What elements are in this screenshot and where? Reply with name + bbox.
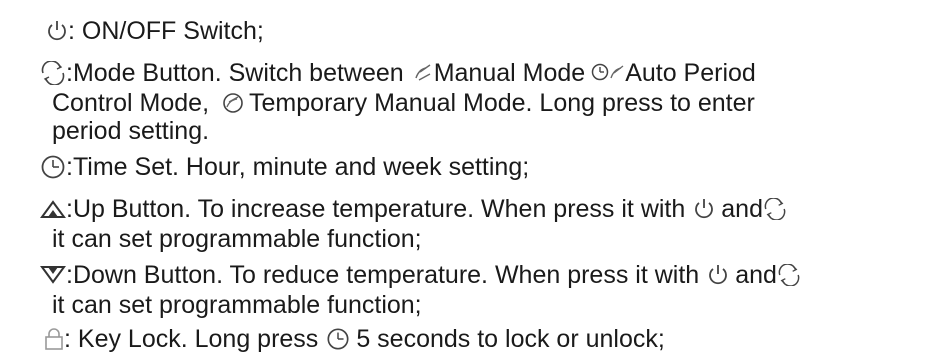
power-icon bbox=[693, 197, 715, 221]
key-lock-text-2: 5 seconds to lock or unlock; bbox=[356, 325, 665, 353]
mode-text-a: :Mode Button. Switch between bbox=[66, 59, 404, 87]
hand-icon bbox=[412, 62, 434, 84]
auto-period-label: Auto Period bbox=[625, 59, 756, 87]
power-icon bbox=[46, 19, 68, 43]
instruction-document: : ON/OFF Switch; :Mode Button. Switch be… bbox=[0, 0, 940, 356]
clock-icon bbox=[40, 154, 66, 180]
power-icon bbox=[707, 263, 729, 287]
clock-hand-icon bbox=[591, 62, 625, 84]
mode-icon bbox=[763, 198, 787, 220]
lock-icon bbox=[44, 327, 64, 351]
down-button-text: :Down Button. To reduce temperature. Whe… bbox=[66, 261, 700, 289]
control-mode-label: Control Mode, bbox=[52, 89, 210, 117]
mode-line-2: Control Mode, Temporary Manual Mode. Lon… bbox=[52, 88, 755, 118]
down-button-text-2: it can set programmable function; bbox=[52, 291, 422, 319]
manual-mode-label: Manual Mode bbox=[433, 59, 586, 87]
key-lock-text: : Key Lock. Long press bbox=[64, 325, 319, 353]
up-button-text-2: it can set programmable function; bbox=[52, 225, 422, 253]
clock-icon bbox=[326, 327, 350, 351]
key-lock-line: : Key Lock. Long press 5 seconds to lock… bbox=[44, 324, 665, 354]
and-text: and bbox=[721, 195, 763, 223]
down-button-line: :Down Button. To reduce temperature. Whe… bbox=[40, 260, 801, 290]
up-triangle-icon bbox=[40, 199, 66, 219]
period-setting-text: period setting. bbox=[52, 117, 210, 145]
time-set-line: :Time Set. Hour, minute and week setting… bbox=[40, 152, 529, 182]
mode-icon bbox=[777, 264, 801, 286]
down-triangle-icon bbox=[40, 265, 66, 285]
on-off-line: : ON/OFF Switch; bbox=[46, 16, 264, 46]
on-off-text: : ON/OFF Switch; bbox=[68, 17, 264, 45]
mode-line: :Mode Button. Switch between Manual Mode… bbox=[40, 58, 756, 88]
mode-line-3: period setting. bbox=[52, 116, 209, 146]
down-button-line-2: it can set programmable function; bbox=[52, 290, 422, 320]
temporary-manual-icon bbox=[221, 91, 245, 115]
up-button-text: :Up Button. To increase temperature. Whe… bbox=[66, 195, 686, 223]
up-button-line-2: it can set programmable function; bbox=[52, 224, 422, 254]
and-text: and bbox=[735, 261, 777, 289]
temporary-manual-label: Temporary Manual Mode. Long press to ent… bbox=[249, 89, 755, 117]
up-button-line: :Up Button. To increase temperature. Whe… bbox=[40, 194, 787, 224]
time-set-text: :Time Set. Hour, minute and week setting… bbox=[66, 153, 530, 181]
mode-icon bbox=[40, 61, 66, 85]
